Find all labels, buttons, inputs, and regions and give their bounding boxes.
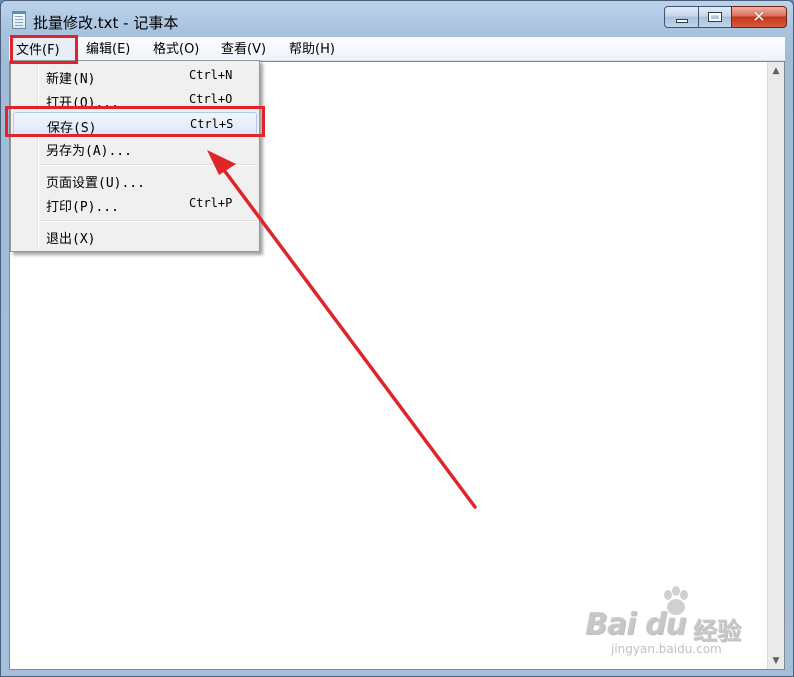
menu-item-shortcut: Ctrl+N xyxy=(189,68,233,82)
close-button[interactable]: ✕ xyxy=(731,6,787,28)
menu-bar: 文件(F) 编辑(E) 格式(O) 查看(V) 帮助(H) xyxy=(9,37,785,61)
scroll-down-icon[interactable]: ▼ xyxy=(768,652,784,669)
menu-item-exit[interactable]: 退出(X) xyxy=(13,224,257,248)
menu-edit[interactable]: 编辑(E) xyxy=(82,37,134,61)
menu-item-shortcut: Ctrl+P xyxy=(189,196,233,210)
menu-separator xyxy=(41,164,255,166)
menu-item-label: 打开(O)... xyxy=(46,96,119,111)
close-icon: ✕ xyxy=(752,7,766,26)
menu-item-shortcut: Ctrl+O xyxy=(189,92,233,106)
menu-item-save-as[interactable]: 另存为(A)... xyxy=(13,136,257,160)
notepad-icon[interactable] xyxy=(12,11,26,29)
window-title: 批量修改.txt - 记事本 xyxy=(33,14,179,32)
vertical-scrollbar[interactable]: ▲ ▼ xyxy=(767,62,784,669)
menu-item-open[interactable]: 打开(O)... Ctrl+O xyxy=(13,88,257,112)
maximize-button[interactable] xyxy=(698,6,732,28)
menu-item-page-setup[interactable]: 页面设置(U)... xyxy=(13,168,257,192)
menu-file[interactable]: 文件(F) xyxy=(11,37,77,61)
menu-item-new[interactable]: 新建(N) Ctrl+N xyxy=(13,64,257,88)
file-dropdown-menu: 新建(N) Ctrl+N 打开(O)... Ctrl+O 保存(S) Ctrl+… xyxy=(10,60,260,252)
menu-format[interactable]: 格式(O) xyxy=(149,37,203,61)
menu-item-label: 保存(S) xyxy=(47,121,97,136)
menu-item-shortcut: Ctrl+S xyxy=(190,117,234,131)
minimize-button[interactable] xyxy=(664,6,699,28)
scroll-up-icon[interactable]: ▲ xyxy=(768,62,784,79)
menu-item-label: 打印(P)... xyxy=(46,200,119,215)
menu-item-save[interactable]: 保存(S) Ctrl+S xyxy=(13,112,257,136)
menu-item-print[interactable]: 打印(P)... Ctrl+P xyxy=(13,192,257,216)
menu-separator xyxy=(41,220,255,222)
menu-item-label: 另存为(A)... xyxy=(46,144,132,159)
menu-item-label: 新建(N) xyxy=(46,72,96,87)
maximize-icon xyxy=(708,12,722,22)
menu-item-label: 页面设置(U)... xyxy=(46,176,145,191)
menu-help[interactable]: 帮助(H) xyxy=(285,37,339,61)
minimize-icon xyxy=(675,19,688,23)
menu-view[interactable]: 查看(V) xyxy=(217,37,270,61)
title-bar[interactable]: 批量修改.txt - 记事本 ✕ xyxy=(1,1,793,37)
menu-item-label: 退出(X) xyxy=(46,232,96,247)
